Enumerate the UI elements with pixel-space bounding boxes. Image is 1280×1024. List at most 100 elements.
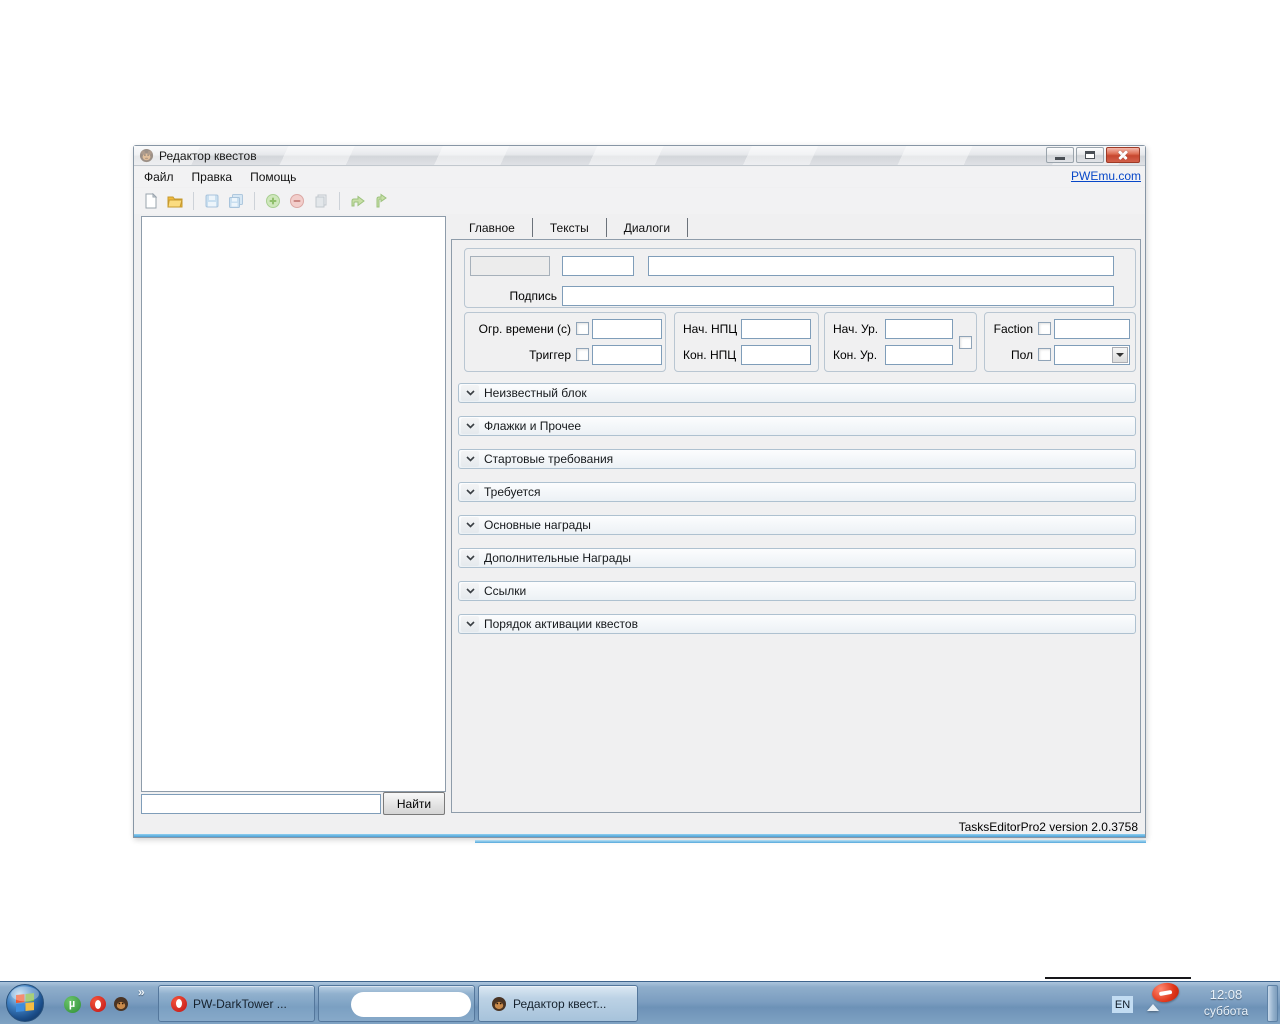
gender-dropdown[interactable] xyxy=(1054,345,1130,365)
utorrent-icon[interactable]: µ xyxy=(63,995,81,1013)
time-limit-input[interactable] xyxy=(592,319,662,339)
remove-icon xyxy=(290,194,304,208)
section-label: Флажки и Прочее xyxy=(484,419,582,433)
opera-icon[interactable] xyxy=(89,995,107,1013)
branch-forward-icon xyxy=(351,195,365,207)
quick-launch-overflow-chevron[interactable]: » xyxy=(138,985,145,999)
trigger-label: Триггер xyxy=(529,348,571,362)
chevron-down-icon xyxy=(461,616,479,632)
tab-separator xyxy=(531,218,533,237)
end-npc-input[interactable] xyxy=(741,345,811,365)
trigger-input[interactable] xyxy=(592,345,662,365)
quest-code-input[interactable] xyxy=(562,256,634,276)
taskbar: µ » PW-DarkTower ... Редактор квест... E… xyxy=(0,980,1280,1024)
add-button[interactable] xyxy=(264,192,282,210)
version-status: TasksEditorPro2 version 2.0.3758 xyxy=(958,820,1138,834)
branch-forward-button[interactable] xyxy=(349,192,367,210)
menu-help[interactable]: Помощь xyxy=(250,170,296,184)
quest-tree-panel[interactable] xyxy=(141,216,446,792)
tab-separator xyxy=(687,218,689,237)
menu-file[interactable]: Файл xyxy=(144,170,174,184)
start-level-label: Нач. Ур. xyxy=(833,322,879,336)
window-controls xyxy=(1046,147,1140,163)
tab-main[interactable]: Главное xyxy=(456,221,528,235)
chevron-down-icon xyxy=(461,583,479,599)
search-input[interactable] xyxy=(141,794,381,814)
desktop: Редактор квестов Файл Правка Помощь PWEm… xyxy=(0,0,1280,1024)
taskbar-button-quest-editor[interactable]: Редактор квест... xyxy=(478,985,638,1022)
section-links[interactable]: Ссылки xyxy=(458,581,1136,601)
new-file-button[interactable] xyxy=(142,192,160,210)
menu-edit[interactable]: Правка xyxy=(192,170,233,184)
level-group: Нач. Ур. Кон. Ур. xyxy=(824,312,977,372)
clock[interactable]: 12:08 суббота xyxy=(1190,986,1262,1020)
titlebar[interactable]: Редактор квестов xyxy=(134,146,1145,166)
hidden-icons-chevron[interactable] xyxy=(1147,1004,1159,1011)
save-button[interactable] xyxy=(203,192,221,210)
section-flags-misc[interactable]: Флажки и Прочее xyxy=(458,416,1136,436)
trigger-checkbox[interactable] xyxy=(576,348,589,361)
chevron-down-icon xyxy=(461,451,479,467)
taskbar-button-pw-darktower[interactable]: PW-DarkTower ... xyxy=(158,985,315,1022)
tab-separator xyxy=(605,218,607,237)
window-title: Редактор квестов xyxy=(159,148,257,163)
section-unknown-block[interactable]: Неизвестный блок xyxy=(458,383,1136,403)
opera-icon xyxy=(171,995,187,1012)
time-limit-label: Огр. времени (с) xyxy=(478,322,571,336)
section-quest-activation-order[interactable]: Порядок активации квестов xyxy=(458,614,1136,634)
quest-id-input[interactable] xyxy=(470,256,550,276)
level-checkbox[interactable] xyxy=(959,336,972,349)
tab-dialogs[interactable]: Диалоги xyxy=(611,221,683,235)
close-button[interactable] xyxy=(1106,147,1140,163)
faction-input[interactable] xyxy=(1054,319,1130,339)
quest-editor-icon[interactable] xyxy=(112,995,130,1013)
section-label: Основные награды xyxy=(484,518,591,532)
dropdown-button[interactable] xyxy=(1112,347,1128,363)
save-all-button[interactable] xyxy=(227,192,245,210)
screen-artifact-line xyxy=(1045,977,1191,979)
faction-checkbox[interactable] xyxy=(1038,322,1051,335)
window-edge-artifact xyxy=(475,840,1146,843)
tab-texts[interactable]: Тексты xyxy=(537,221,602,235)
start-npc-input[interactable] xyxy=(741,319,811,339)
quest-name-input[interactable] xyxy=(648,256,1114,276)
signature-input[interactable] xyxy=(562,286,1114,306)
save-icon xyxy=(205,194,219,208)
language-indicator[interactable]: EN xyxy=(1112,996,1133,1013)
copy-button[interactable] xyxy=(312,192,330,210)
find-button[interactable]: Найти xyxy=(383,792,445,815)
open-folder-button[interactable] xyxy=(166,192,184,210)
start-button[interactable] xyxy=(5,983,45,1023)
gender-label: Пол xyxy=(1010,348,1033,362)
toolbar xyxy=(134,188,1145,214)
end-npc-label: Кон. НПЦ xyxy=(683,348,737,362)
window-bottom-edge xyxy=(134,834,1145,837)
taskbar-edge-handle[interactable] xyxy=(1267,985,1278,1022)
clock-day: суббота xyxy=(1203,1004,1249,1018)
red-badge-icon[interactable] xyxy=(1150,980,1181,1005)
section-additional-rewards[interactable]: Дополнительные Награды xyxy=(458,548,1136,568)
npc-group: Нач. НПЦ Кон. НПЦ xyxy=(674,312,819,372)
section-main-rewards[interactable]: Основные награды xyxy=(458,515,1136,535)
app-icon xyxy=(139,148,154,163)
start-npc-label: Нач. НПЦ xyxy=(683,322,738,336)
branch-up-button[interactable] xyxy=(373,192,391,210)
new-file-icon xyxy=(145,193,158,209)
censored-label xyxy=(351,992,471,1017)
pwemu-link[interactable]: PWEmu.com xyxy=(1071,169,1141,183)
maximize-button[interactable] xyxy=(1076,147,1104,163)
taskbar-button-blank[interactable] xyxy=(318,985,475,1022)
chevron-down-icon xyxy=(461,385,479,401)
copy-icon xyxy=(315,194,327,208)
section-start-requirements[interactable]: Стартовые требования xyxy=(458,449,1136,469)
section-required[interactable]: Требуется xyxy=(458,482,1136,502)
section-label: Порядок активации квестов xyxy=(484,617,638,631)
branch-up-icon xyxy=(376,193,387,208)
minimize-button[interactable] xyxy=(1046,147,1074,163)
remove-button[interactable] xyxy=(288,192,306,210)
end-level-input[interactable] xyxy=(885,345,953,365)
time-limit-checkbox[interactable] xyxy=(576,322,589,335)
open-folder-icon xyxy=(167,196,183,208)
gender-checkbox[interactable] xyxy=(1038,348,1051,361)
start-level-input[interactable] xyxy=(885,319,953,339)
